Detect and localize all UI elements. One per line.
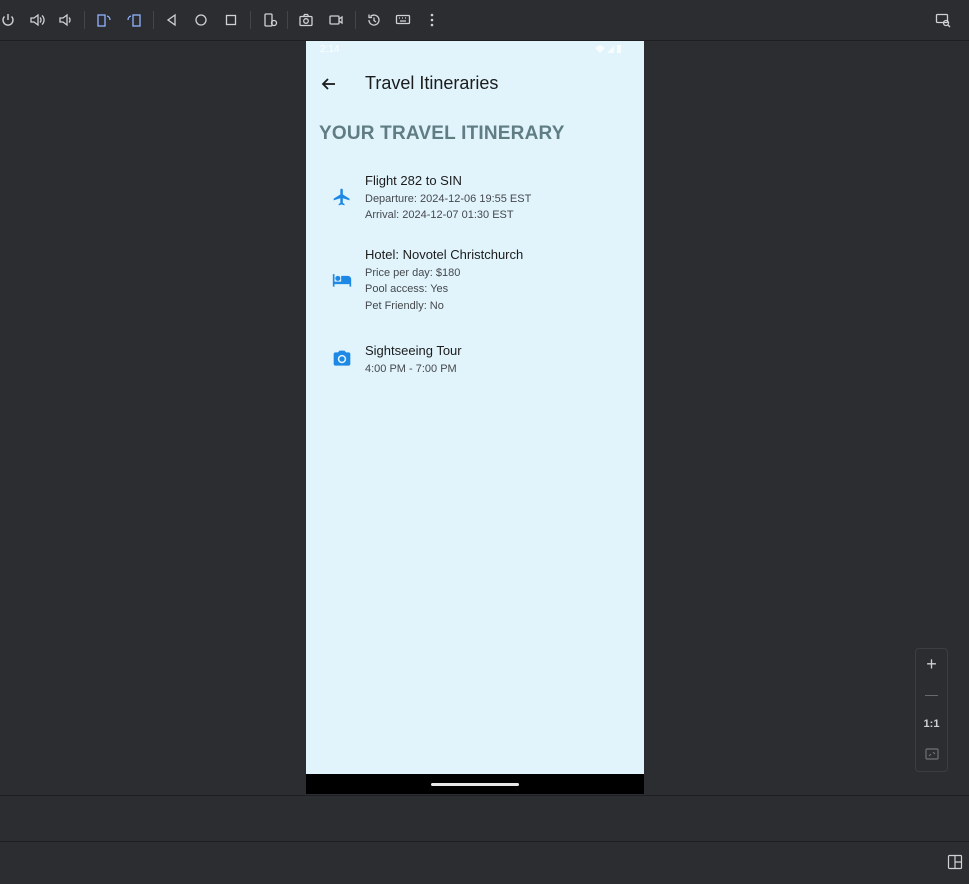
volume-up-icon[interactable] bbox=[27, 10, 47, 30]
item-title: Hotel: Novotel Christchurch bbox=[365, 247, 524, 262]
snapshot-restore-icon[interactable] bbox=[364, 10, 384, 30]
camera-icon bbox=[332, 349, 352, 369]
rotate-left-icon[interactable] bbox=[94, 10, 114, 30]
itinerary-item-hotel[interactable]: Hotel: Novotel Christchurch Price per da… bbox=[306, 247, 644, 315]
back-triangle-icon[interactable] bbox=[162, 10, 182, 30]
item-detail: Pet Friendly: No bbox=[365, 300, 444, 312]
toolbar-separator bbox=[355, 11, 356, 29]
status-bar: 2:14 bbox=[306, 41, 644, 59]
status-icons bbox=[594, 44, 622, 57]
toolbar-separator bbox=[287, 11, 288, 29]
item-title: Flight 282 to SIN bbox=[365, 173, 462, 188]
hotel-bed-icon bbox=[332, 270, 352, 290]
status-time: 2:14 bbox=[320, 44, 340, 55]
airplane-icon bbox=[332, 187, 352, 207]
bottom-panel bbox=[0, 795, 969, 842]
zoom-controls: + — 1:1 bbox=[915, 648, 948, 772]
more-options-icon[interactable] bbox=[422, 10, 442, 30]
layout-toggle-icon[interactable] bbox=[947, 854, 963, 870]
itinerary-item-flight[interactable]: Flight 282 to SIN Departure: 2024-12-06 … bbox=[306, 173, 644, 225]
volume-down-icon[interactable] bbox=[55, 10, 75, 30]
toolbar-separator bbox=[84, 11, 85, 29]
toolbar-separator bbox=[250, 11, 251, 29]
itinerary-heading: YOUR TRAVEL ITINERARY bbox=[319, 123, 565, 144]
device-screen[interactable]: 2:14 Travel Itineraries YOUR TRAVEL ITIN… bbox=[306, 41, 644, 794]
zoom-out-button[interactable]: — bbox=[916, 681, 947, 707]
toolbar-separator bbox=[153, 11, 154, 29]
device-search-icon[interactable] bbox=[933, 10, 953, 30]
gesture-nav-bar bbox=[306, 774, 644, 794]
power-icon[interactable] bbox=[0, 10, 18, 30]
zoom-reset-button[interactable]: 1:1 bbox=[916, 711, 947, 737]
emulator-toolbar bbox=[0, 0, 969, 41]
itinerary-item-tour[interactable]: Sightseeing Tour 4:00 PM - 7:00 PM bbox=[306, 343, 644, 379]
screen-record-icon[interactable] bbox=[326, 10, 346, 30]
home-gesture-handle[interactable] bbox=[431, 783, 519, 786]
app-bar: Travel Itineraries bbox=[306, 59, 644, 109]
app-title: Travel Itineraries bbox=[365, 73, 499, 93]
home-circle-icon[interactable] bbox=[191, 10, 211, 30]
ide-status-strip bbox=[0, 841, 969, 884]
item-detail: Pool access: Yes bbox=[365, 283, 449, 295]
rotate-right-icon[interactable] bbox=[124, 10, 144, 30]
item-detail: 4:00 PM - 7:00 PM bbox=[365, 363, 457, 375]
fit-screen-icon[interactable] bbox=[916, 741, 947, 767]
keyboard-icon[interactable] bbox=[393, 10, 413, 30]
item-detail: Price per day: $180 bbox=[365, 267, 461, 279]
overview-square-icon[interactable] bbox=[221, 10, 241, 30]
device-settings-icon[interactable] bbox=[260, 10, 280, 30]
signal-icon bbox=[595, 45, 621, 53]
item-title: Sightseeing Tour bbox=[365, 343, 462, 358]
item-detail: Departure: 2024-12-06 19:55 EST bbox=[365, 193, 532, 205]
zoom-in-button[interactable]: + bbox=[916, 651, 947, 677]
back-arrow-icon[interactable] bbox=[318, 73, 340, 95]
screenshot-camera-icon[interactable] bbox=[296, 10, 316, 30]
item-detail: Arrival: 2024-12-07 01:30 EST bbox=[365, 209, 514, 221]
